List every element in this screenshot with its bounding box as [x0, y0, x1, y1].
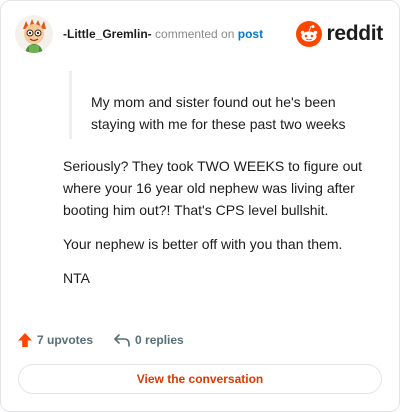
reddit-snoo-icon — [296, 21, 323, 47]
quote-bar — [69, 71, 72, 139]
comment-paragraph: Your nephew is better off with you than … — [63, 236, 343, 252]
reply-count: 0 replies — [135, 333, 184, 347]
username[interactable]: -Little_Gremlin- — [63, 27, 152, 41]
quoted-text: My mom and sister found out he's been st… — [91, 94, 346, 132]
replies[interactable]: 0 replies — [113, 332, 184, 348]
comment-body: Seriously? They took TWO WEEKS to figure… — [63, 155, 383, 301]
upvote-count: 7 upvotes — [37, 333, 94, 347]
comment-meta: -Little_Gremlin- commented on post — [63, 26, 263, 42]
avatar[interactable] — [15, 15, 53, 53]
action-text: commented on — [155, 27, 235, 41]
brand-name: reddit — [326, 22, 383, 45]
comment-header: -Little_Gremlin- commented on post reddi… — [15, 15, 387, 55]
comment-paragraph: NTA — [63, 270, 90, 286]
upvotes[interactable]: 7 upvotes — [17, 332, 93, 348]
comment-footer: 7 upvotes 0 replies — [17, 330, 204, 350]
cartoon-gremlin-avatar-icon — [15, 15, 53, 53]
comment-card: -Little_Gremlin- commented on post reddi… — [0, 0, 400, 412]
upvote-arrow-icon — [18, 333, 32, 347]
comment-paragraph: Seriously? They took TWO WEEKS to figure… — [63, 158, 363, 218]
reddit-logo[interactable]: reddit — [296, 21, 383, 47]
post-link[interactable]: post — [238, 27, 263, 41]
view-conversation-button[interactable]: View the conversation — [18, 364, 382, 394]
reply-arrow-icon — [114, 334, 130, 347]
